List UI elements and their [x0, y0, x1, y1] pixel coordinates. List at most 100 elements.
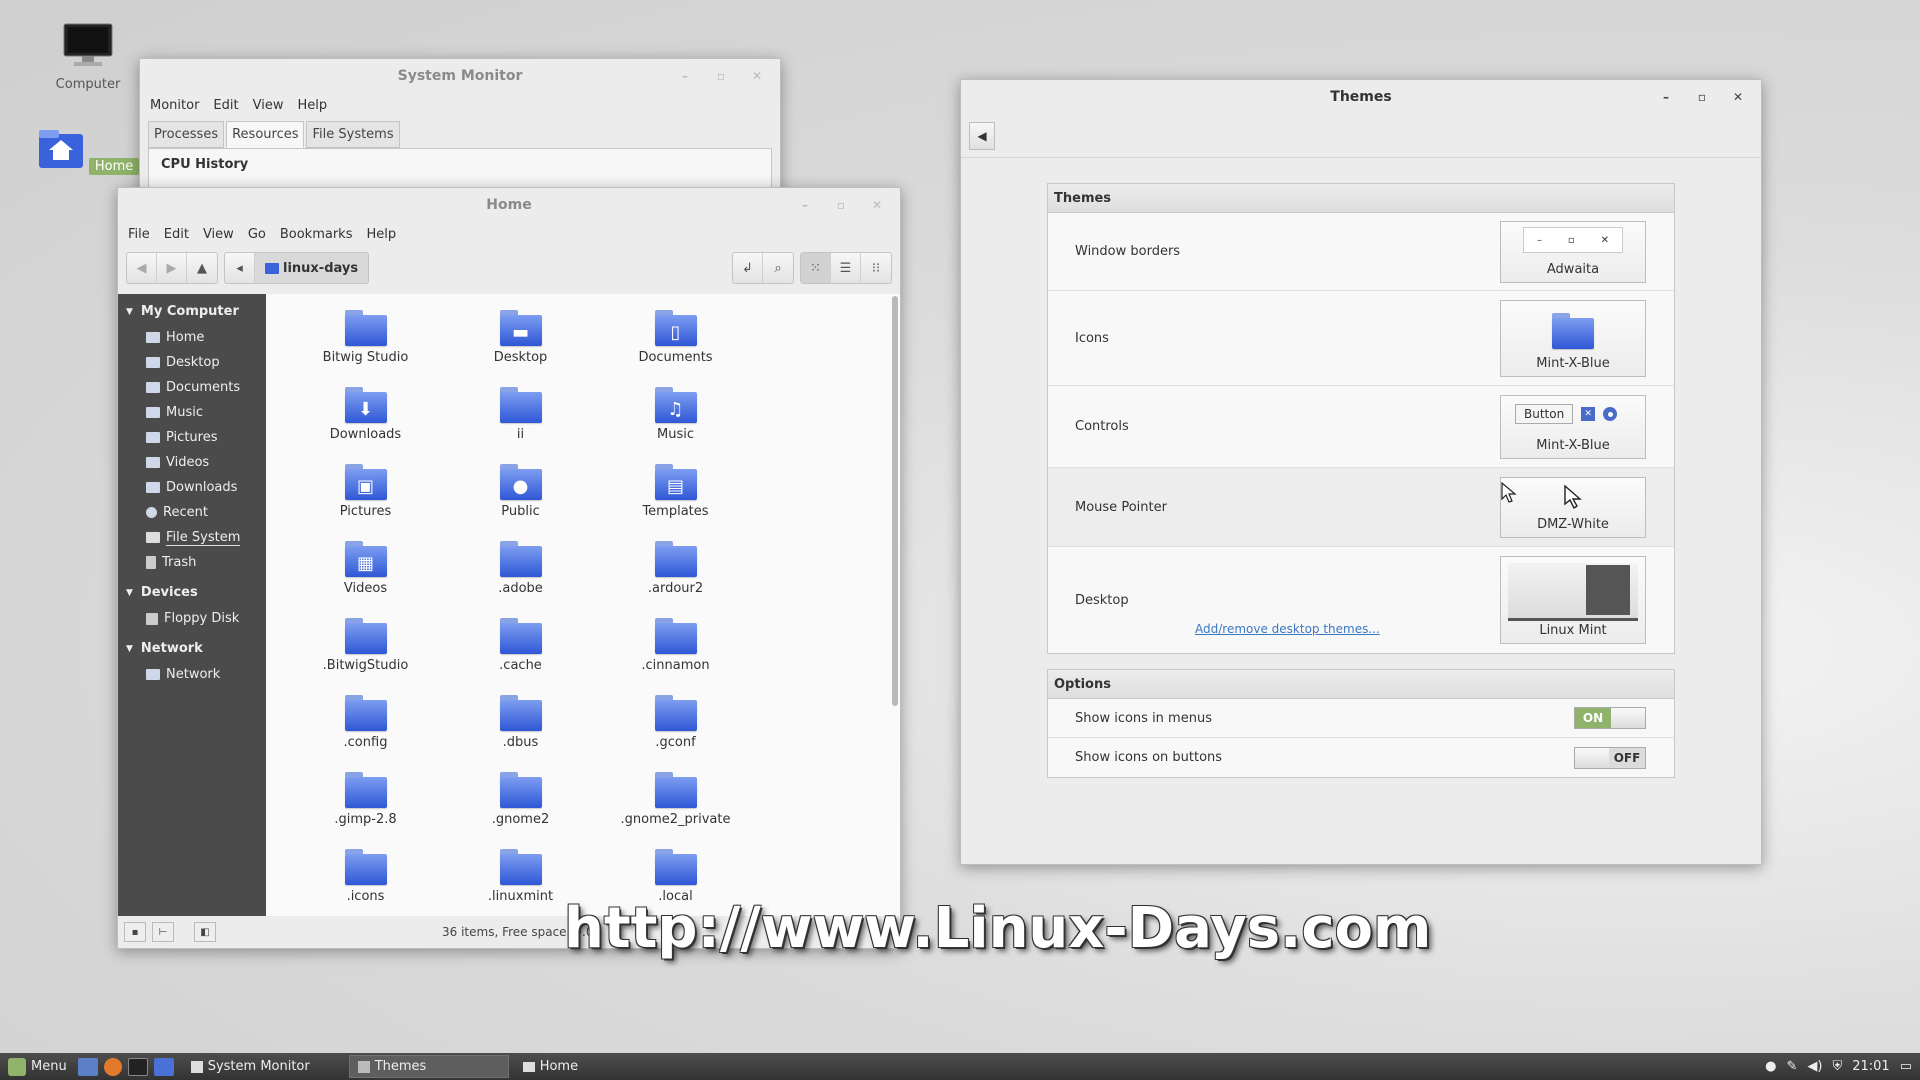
user-icon[interactable]: ●: [1765, 1059, 1776, 1074]
file-item[interactable]: .gimp-2.8: [288, 770, 443, 847]
menu-edit[interactable]: Edit: [164, 227, 189, 242]
icons-in-menus-toggle[interactable]: ON: [1574, 707, 1646, 729]
sidebar-header-my-computer[interactable]: ▼ My Computer: [118, 298, 266, 325]
menu-go[interactable]: Go: [248, 227, 266, 242]
file-item[interactable]: .cinnamon: [598, 616, 753, 693]
menu-bookmarks[interactable]: Bookmarks: [280, 227, 353, 242]
maximize-button[interactable]: ▫: [706, 69, 736, 83]
show-desktop-tray-icon[interactable]: ▭: [1900, 1059, 1912, 1074]
file-item[interactable]: .dbus: [443, 693, 598, 770]
mouse-pointer-chooser[interactable]: DMZ-White: [1500, 477, 1646, 538]
menu-monitor[interactable]: Monitor: [150, 98, 199, 113]
compact-view-icon[interactable]: ⁝⁝: [861, 253, 891, 283]
menu-edit[interactable]: Edit: [213, 98, 238, 113]
file-item[interactable]: ♫ Music: [598, 385, 753, 462]
sidebar-item-music[interactable]: Music: [118, 400, 266, 425]
show-desktop-icon[interactable]: [77, 1057, 98, 1076]
file-item[interactable]: .gnome2_private: [598, 770, 753, 847]
icons-on-buttons-toggle[interactable]: OFF: [1574, 746, 1646, 769]
menu-view[interactable]: View: [253, 98, 284, 113]
file-item[interactable]: .adobe: [443, 539, 598, 616]
terminal-icon[interactable]: [127, 1057, 148, 1076]
file-manager-window[interactable]: Home – ▫ ✕ File Edit View Go Bookmarks H…: [117, 187, 901, 949]
sidebar-item-documents[interactable]: Documents: [118, 375, 266, 400]
back-arrow-icon[interactable]: ◀: [969, 121, 995, 150]
desktop-icon-home[interactable]: Home: [33, 128, 143, 175]
files-icon[interactable]: [153, 1057, 174, 1076]
file-item[interactable]: ● Public: [443, 462, 598, 539]
sidebar-item-floppy-disk[interactable]: Floppy Disk: [118, 606, 266, 631]
network-icon[interactable]: ✎: [1786, 1059, 1797, 1074]
desktop-icon-computer[interactable]: Computer: [33, 22, 143, 93]
volume-icon[interactable]: ◀): [1807, 1059, 1822, 1074]
sidebar-item-trash[interactable]: Trash: [118, 550, 266, 575]
icon-view-icon[interactable]: ⁙: [801, 253, 831, 283]
titlebar[interactable]: Home – ▫ ✕: [118, 188, 900, 222]
system-monitor-window[interactable]: System Monitor – ▫ ✕ Monitor Edit View H…: [139, 58, 781, 208]
menu-view[interactable]: View: [203, 227, 234, 242]
forward-arrow-icon[interactable]: ▶: [157, 253, 187, 283]
list-view-icon[interactable]: ☰: [831, 253, 861, 283]
file-item[interactable]: ▬ Desktop: [443, 308, 598, 385]
desktop-chooser[interactable]: Linux Mint: [1500, 556, 1646, 644]
add-remove-desktop-themes-link[interactable]: Add/remove desktop themes...: [1195, 622, 1380, 636]
shield-icon[interactable]: ⛨: [1832, 1059, 1842, 1074]
sidebar-item-file-system[interactable]: File System: [118, 525, 266, 550]
menu-help[interactable]: Help: [297, 98, 327, 113]
file-item[interactable]: ii: [443, 385, 598, 462]
sidebar-item-home[interactable]: Home: [118, 325, 266, 350]
search-icon[interactable]: ⌕: [763, 253, 793, 283]
menu-button[interactable]: Menu: [0, 1053, 75, 1080]
themes-window[interactable]: Themes – ▫ ✕ ◀ Themes Window borders – ▫ ✕…: [960, 79, 1762, 865]
back-arrow-icon[interactable]: ◀: [127, 253, 157, 283]
file-item[interactable]: .gnome2: [443, 770, 598, 847]
location-toggle-icon[interactable]: ↲: [733, 253, 763, 283]
file-item[interactable]: .cache: [443, 616, 598, 693]
close-button[interactable]: ✕: [1723, 90, 1753, 104]
icons-chooser[interactable]: Mint-X-Blue: [1500, 300, 1646, 377]
file-item[interactable]: ▤ Templates: [598, 462, 753, 539]
window-borders-chooser[interactable]: – ▫ ✕ Adwaita: [1500, 221, 1646, 283]
sidebar-item-network[interactable]: Network: [118, 662, 266, 687]
clock[interactable]: 21:01: [1852, 1059, 1889, 1074]
titlebar[interactable]: Themes – ▫ ✕: [961, 80, 1761, 114]
menu-file[interactable]: File: [128, 227, 150, 242]
menu-help[interactable]: Help: [366, 227, 396, 242]
up-arrow-icon[interactable]: ▲: [187, 253, 217, 283]
file-item[interactable]: .config: [288, 693, 443, 770]
maximize-button[interactable]: ▫: [1687, 90, 1717, 104]
close-button[interactable]: ✕: [862, 198, 892, 212]
tab-processes[interactable]: Processes: [148, 121, 225, 148]
file-item[interactable]: .gconf: [598, 693, 753, 770]
file-item[interactable]: .BitwigStudio: [288, 616, 443, 693]
controls-chooser[interactable]: Button ✕ Mint-X-Blue: [1500, 395, 1646, 459]
sidebar-item-videos[interactable]: Videos: [118, 450, 266, 475]
hide-sidebar-icon[interactable]: ◧: [194, 922, 216, 942]
taskbar-window-home[interactable]: Home: [515, 1055, 675, 1078]
file-item[interactable]: Bitwig Studio: [288, 308, 443, 385]
breadcrumb-left-icon[interactable]: ◂: [225, 253, 255, 283]
tab-resources[interactable]: Resources: [226, 121, 305, 148]
sidebar-item-pictures[interactable]: Pictures: [118, 425, 266, 450]
sidebar-item-desktop[interactable]: Desktop: [118, 350, 266, 375]
maximize-button[interactable]: ▫: [826, 198, 856, 212]
minimize-button[interactable]: –: [1651, 90, 1681, 104]
sidebar-item-downloads[interactable]: Downloads: [118, 475, 266, 500]
firefox-icon[interactable]: [103, 1057, 122, 1076]
file-item[interactable]: ▣ Pictures: [288, 462, 443, 539]
file-item[interactable]: .icons: [288, 847, 443, 924]
taskbar-window-themes[interactable]: Themes: [348, 1055, 509, 1078]
file-item[interactable]: .ardour2: [598, 539, 753, 616]
file-item[interactable]: ⬇ Downloads: [288, 385, 443, 462]
minimize-button[interactable]: –: [790, 198, 820, 212]
path-button[interactable]: linux-days: [255, 253, 369, 283]
scrollbar[interactable]: [892, 296, 898, 706]
file-item[interactable]: ▦ Videos: [288, 539, 443, 616]
sidebar-header-devices[interactable]: ▼ Devices: [118, 579, 266, 606]
show-tree-icon[interactable]: ⊢: [152, 922, 174, 942]
sidebar-item-recent[interactable]: Recent: [118, 500, 266, 525]
titlebar[interactable]: System Monitor – ▫ ✕: [140, 59, 780, 93]
show-places-icon[interactable]: ▪: [124, 922, 146, 942]
close-button[interactable]: ✕: [742, 69, 772, 83]
minimize-button[interactable]: –: [670, 69, 700, 83]
